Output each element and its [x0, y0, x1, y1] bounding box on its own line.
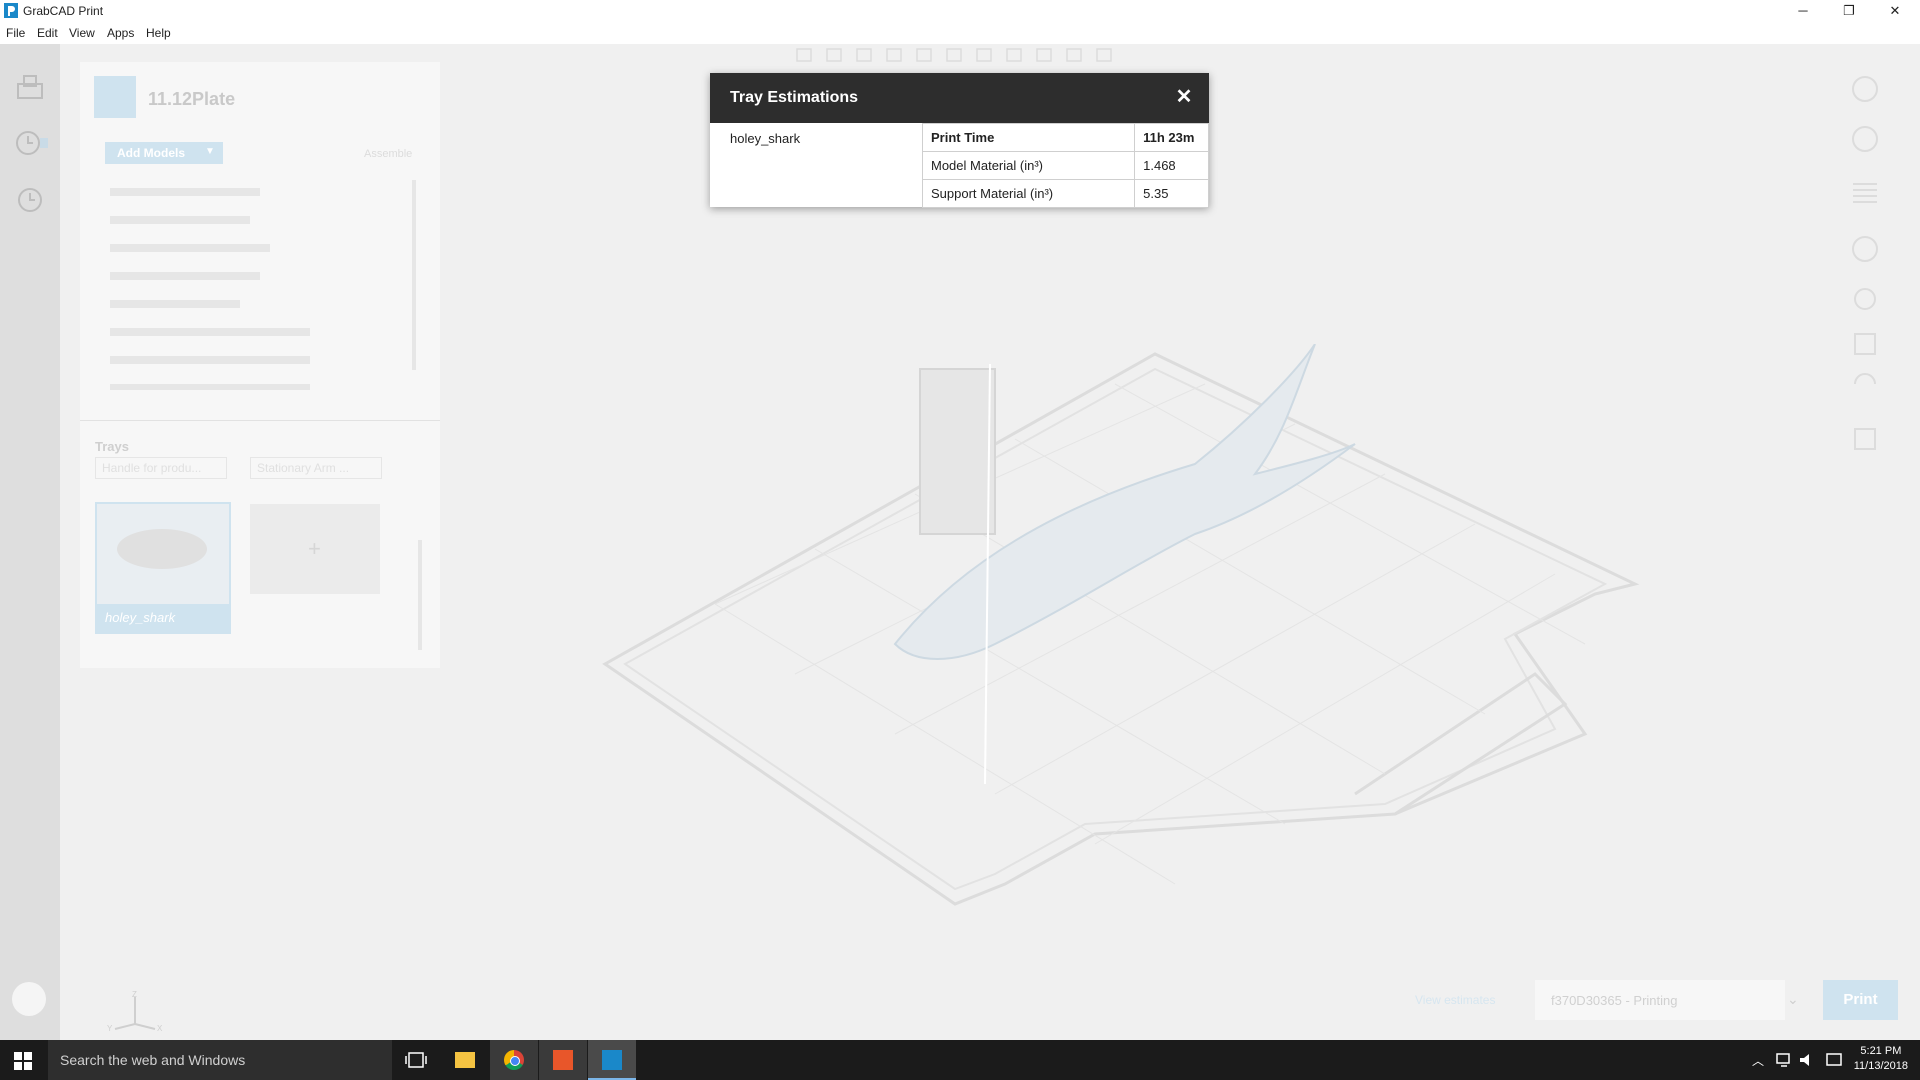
- taskbar-clock[interactable]: 5:21 PM 11/13/2018: [1854, 1044, 1908, 1074]
- app-taskbar-icon[interactable]: [539, 1040, 587, 1080]
- trays-scrollbar[interactable]: [418, 540, 422, 650]
- tray-estimations-dialog: Tray Estimations ✕ holey_shark Print Tim…: [710, 73, 1209, 208]
- search-placeholder: Search the web and Windows: [60, 1052, 246, 1068]
- maximize-button[interactable]: ❐: [1826, 0, 1872, 22]
- windows-taskbar: Search the web and Windows ︿ 5:21 PM 11/…: [0, 1040, 1920, 1080]
- menu-edit[interactable]: Edit: [37, 26, 58, 40]
- menu-apps[interactable]: Apps: [107, 26, 134, 40]
- table-row: Model Material (in³) 1.468: [921, 151, 1209, 180]
- grabcad-taskbar-icon[interactable]: [588, 1040, 636, 1080]
- tray-tab[interactable]: Handle for produ...: [95, 457, 227, 479]
- axis-indicator-icon: Z X Y: [107, 990, 163, 1033]
- tray-thumbnail: [117, 529, 207, 569]
- build-plate: [602, 344, 1640, 906]
- chevron-down-icon: ▼: [205, 146, 215, 157]
- add-models-button[interactable]: Add Models ▼: [105, 142, 223, 164]
- project-panel: 11.12Plate Add Models ▼ Assemble Trays H…: [80, 62, 440, 668]
- row-label: Print Time: [921, 123, 1136, 152]
- row-label: Support Material (in³): [921, 179, 1136, 208]
- tray-card-active[interactable]: holey_shark: [95, 502, 231, 634]
- view-toolbar: [795, 46, 1135, 64]
- dialog-title: Tray Estimations: [730, 89, 859, 106]
- table-row: Print Time 11h 23m: [921, 123, 1209, 152]
- chevron-down-icon: ⌄: [1787, 991, 1799, 1007]
- estimations-table: Print Time 11h 23m Model Material (in³) …: [921, 123, 1209, 208]
- minimize-button[interactable]: ─: [1780, 0, 1826, 22]
- folder-icon: [94, 76, 136, 118]
- row-value: 1.468: [1134, 151, 1209, 180]
- window-title: GrabCAD Print: [23, 4, 104, 18]
- row-value: 11h 23m: [1134, 123, 1209, 152]
- printer-icon[interactable]: [14, 74, 46, 102]
- menu-help[interactable]: Help: [146, 26, 171, 40]
- clock-date: 11/13/2018: [1853, 1060, 1908, 1072]
- table-row: Support Material (in³) 5.35: [921, 179, 1209, 208]
- svg-text:X: X: [157, 1024, 163, 1033]
- chrome-icon[interactable]: [490, 1040, 538, 1080]
- model-name: holey_shark: [730, 131, 801, 146]
- tray-chevron-icon[interactable]: ︿: [1752, 1052, 1764, 1069]
- assemble-link[interactable]: Assemble: [364, 148, 412, 160]
- task-view-icon[interactable]: [405, 1051, 427, 1069]
- right-toolbar: [1845, 64, 1885, 464]
- tray-tab[interactable]: Stationary Arm ...: [250, 457, 382, 479]
- clock-time: 5:21 PM: [1860, 1045, 1902, 1057]
- tray-tab-label: Handle for produ...: [102, 461, 202, 475]
- left-rail: [0, 44, 60, 1040]
- taskbar-search[interactable]: Search the web and Windows: [48, 1040, 392, 1080]
- queue-clock-icon[interactable]: [14, 128, 50, 158]
- row-value: 5.35: [1134, 179, 1209, 208]
- printer-select[interactable]: f370D30365 - Printing ⌄: [1535, 980, 1799, 1020]
- plus-icon: +: [308, 536, 321, 561]
- row-label: Model Material (in³): [921, 151, 1136, 180]
- close-window-button[interactable]: ✕: [1872, 0, 1918, 22]
- tray-card-label: holey_shark: [105, 610, 176, 625]
- file-explorer-icon[interactable]: [441, 1040, 489, 1080]
- volume-icon[interactable]: [1798, 1052, 1816, 1068]
- network-icon[interactable]: [1775, 1052, 1793, 1068]
- close-icon[interactable]: ✕: [1173, 86, 1195, 108]
- svg-text:Z: Z: [132, 990, 137, 999]
- tray-tab-label: Stationary Arm ...: [257, 461, 350, 475]
- view-estimates-link[interactable]: View estimates: [1415, 993, 1495, 1007]
- menu-bar: File Edit View Apps Help: [0, 22, 1920, 44]
- grabcad-app-icon: [4, 3, 18, 18]
- project-title: 11.12Plate: [148, 89, 236, 109]
- avatar[interactable]: [12, 982, 46, 1016]
- svg-text:Y: Y: [107, 1024, 113, 1033]
- print-button[interactable]: Print: [1823, 980, 1898, 1020]
- dialog-header: Tray Estimations ✕: [710, 73, 1209, 123]
- history-icon[interactable]: [14, 184, 46, 216]
- trays-heading: Trays: [95, 439, 129, 454]
- title-bar: GrabCAD Print ─ ❐ ✕: [0, 0, 1920, 22]
- action-center-icon[interactable]: [1825, 1052, 1843, 1068]
- printer-select-value: f370D30365 - Printing: [1551, 993, 1678, 1008]
- menu-file[interactable]: File: [6, 26, 25, 40]
- windows-start-icon[interactable]: [14, 1052, 32, 1070]
- model-list: [100, 180, 420, 390]
- menu-view[interactable]: View: [69, 26, 95, 40]
- add-tray-button[interactable]: +: [250, 504, 380, 594]
- add-models-label: Add Models: [117, 146, 185, 160]
